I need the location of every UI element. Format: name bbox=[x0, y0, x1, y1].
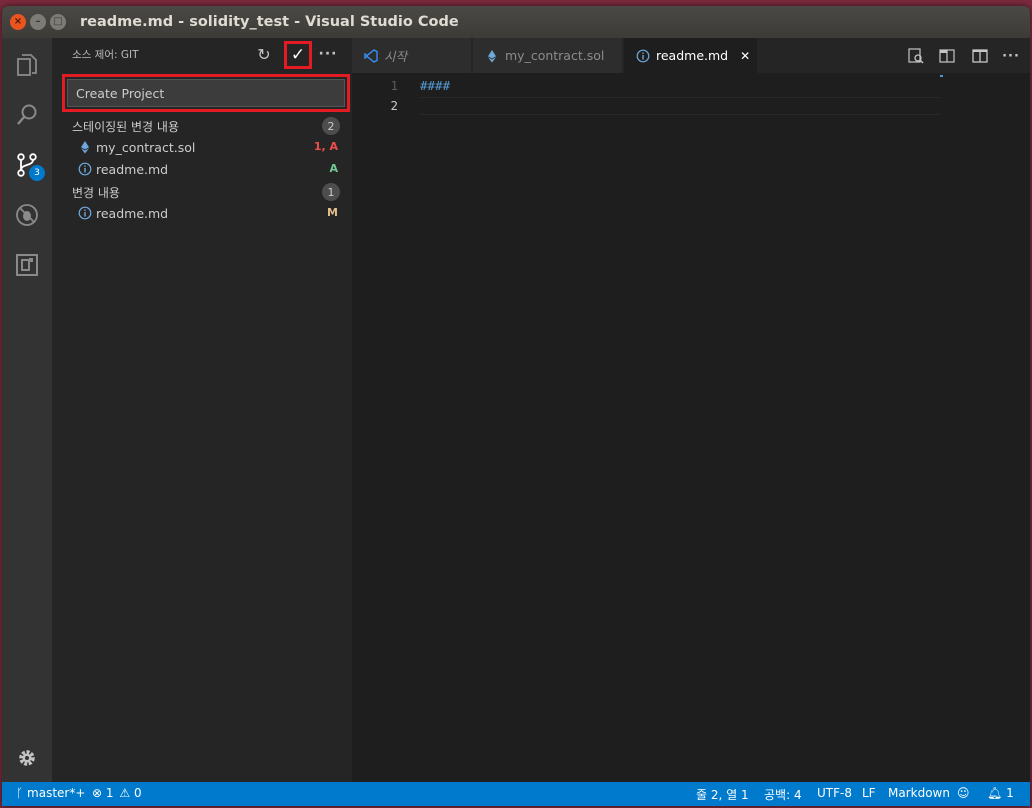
ellipsis-icon: ··· bbox=[1002, 48, 1020, 64]
smiley-icon: ☺ bbox=[957, 786, 970, 800]
staged-file-name: my_contract.sol bbox=[96, 140, 196, 155]
minimize-window-button[interactable]: – bbox=[30, 14, 46, 30]
split-editor-button[interactable] bbox=[971, 47, 989, 65]
staged-count-badge: 2 bbox=[322, 117, 340, 135]
code-line[interactable]: #### bbox=[420, 78, 450, 93]
refresh-button[interactable]: ↻ bbox=[253, 43, 275, 65]
sidebar-header: 소스 제어: GIT ↻ ✓ ··· bbox=[52, 38, 352, 69]
more-actions-button[interactable]: ··· bbox=[317, 43, 339, 65]
preview-side-icon bbox=[939, 49, 955, 63]
refresh-icon: ↻ bbox=[257, 44, 271, 64]
close-tab-button[interactable]: ✕ bbox=[740, 49, 750, 63]
changes-label: 변경 내용 bbox=[72, 186, 120, 200]
split-editor-icon bbox=[972, 49, 988, 63]
commit-button[interactable]: ✓ bbox=[284, 41, 312, 69]
editor-area: 시작 my_contract.sol readme.md ✕ ··· 1 ###… bbox=[352, 38, 1030, 782]
info-icon bbox=[78, 206, 92, 220]
staged-file-status: A bbox=[329, 162, 338, 175]
ethereum-icon bbox=[81, 141, 89, 154]
close-window-button[interactable]: × bbox=[10, 14, 26, 30]
staged-file-status: 1, A bbox=[313, 140, 338, 153]
explorer-activity[interactable] bbox=[2, 41, 52, 89]
gear-icon bbox=[19, 750, 35, 766]
open-preview-button[interactable] bbox=[907, 47, 925, 65]
debug-icon bbox=[16, 204, 38, 226]
bell-icon: 🔔︎ bbox=[987, 786, 1003, 800]
editor-tab-bar: 시작 my_contract.sol readme.md ✕ ··· bbox=[352, 38, 1030, 73]
changed-file-status: M bbox=[327, 206, 338, 219]
git-branch-icon: ᚴ bbox=[16, 786, 24, 800]
source-control-activity[interactable]: 3 bbox=[2, 141, 52, 189]
sidebar-title: 소스 제어: GIT bbox=[72, 49, 139, 61]
checkmark-icon: ✓ bbox=[290, 45, 306, 65]
staged-changes-header[interactable]: 스테이징된 변경 내용 2 bbox=[52, 115, 352, 137]
current-line-highlight bbox=[420, 97, 940, 115]
ethereum-icon bbox=[488, 49, 496, 62]
branch-indicator[interactable]: ᚴ master*+ bbox=[16, 786, 85, 800]
scm-count-badge: 3 bbox=[29, 165, 45, 181]
source-control-sidebar: 소스 제어: GIT ↻ ✓ ··· 스테이징된 변경 내용 2 my_cont bbox=[52, 38, 352, 782]
vscode-icon bbox=[364, 48, 378, 63]
minimap-indicator bbox=[940, 75, 943, 77]
staged-file-row[interactable]: my_contract.sol 1, A bbox=[52, 137, 352, 159]
activity-bar: 3 bbox=[2, 38, 52, 782]
title-bar: × – □ readme.md - solidity_test - Visual… bbox=[2, 6, 1030, 38]
extensions-activity[interactable] bbox=[2, 241, 52, 289]
vscode-window: × – □ readme.md - solidity_test - Visual… bbox=[2, 6, 1030, 806]
info-icon bbox=[636, 49, 650, 62]
debug-activity[interactable] bbox=[2, 191, 52, 239]
extensions-icon bbox=[16, 254, 38, 276]
feedback-button[interactable]: ☺ bbox=[957, 786, 970, 800]
indentation-indicator[interactable]: 공백: 4 bbox=[764, 786, 802, 803]
line-number: 1 bbox=[390, 78, 398, 93]
tab-welcome[interactable]: 시작 bbox=[352, 38, 472, 73]
window-title: readme.md - solidity_test - Visual Studi… bbox=[80, 14, 459, 30]
info-icon bbox=[78, 162, 92, 176]
open-preview-icon bbox=[908, 48, 924, 64]
commit-message-highlight bbox=[62, 74, 350, 112]
ellipsis-icon: ··· bbox=[318, 46, 338, 62]
notification-count: 1 bbox=[1006, 786, 1014, 800]
files-icon bbox=[17, 54, 37, 76]
tab-label: my_contract.sol bbox=[505, 48, 605, 63]
tab-label: 시작 bbox=[384, 49, 408, 64]
tab-label: readme.md bbox=[656, 48, 729, 63]
staged-file-name: readme.md bbox=[96, 162, 169, 177]
tab-readme[interactable]: readme.md ✕ bbox=[624, 38, 758, 73]
staged-file-row[interactable]: readme.md A bbox=[52, 159, 352, 181]
search-activity[interactable] bbox=[2, 91, 52, 139]
eol-indicator[interactable]: LF bbox=[862, 786, 876, 800]
staged-changes-label: 스테이징된 변경 내용 bbox=[72, 120, 179, 134]
tab-my-contract[interactable]: my_contract.sol bbox=[473, 38, 623, 73]
search-icon bbox=[17, 104, 37, 125]
changes-count-badge: 1 bbox=[322, 183, 340, 201]
warning-icon: ⚠ bbox=[119, 786, 131, 800]
status-bar: ᚴ master*+ ⊗ 1 ⚠ 0 줄 2, 열 1 공백: 4 UTF-8 … bbox=[2, 782, 1030, 806]
error-icon: ⊗ bbox=[92, 786, 103, 800]
changed-file-row[interactable]: readme.md M bbox=[52, 203, 352, 225]
notifications-button[interactable]: 🔔︎ 1 bbox=[987, 786, 1014, 800]
maximize-window-button[interactable]: □ bbox=[50, 14, 66, 30]
branch-name: master*+ bbox=[27, 786, 86, 800]
line-number: 2 bbox=[390, 98, 398, 113]
language-mode[interactable]: Markdown bbox=[888, 786, 950, 800]
preview-to-side-button[interactable] bbox=[938, 47, 956, 65]
changed-file-name: readme.md bbox=[96, 206, 169, 221]
encoding-indicator[interactable]: UTF-8 bbox=[817, 786, 852, 800]
editor-more-button[interactable]: ··· bbox=[1002, 47, 1020, 65]
window-controls: × – □ bbox=[10, 14, 66, 30]
commit-message-input[interactable] bbox=[67, 79, 345, 107]
changes-header[interactable]: 변경 내용 1 bbox=[52, 181, 352, 203]
settings-activity[interactable] bbox=[2, 734, 52, 782]
problems-indicator[interactable]: ⊗ 1 ⚠ 0 bbox=[92, 786, 142, 800]
warning-count: 0 bbox=[133, 786, 142, 800]
cursor-position[interactable]: 줄 2, 열 1 bbox=[696, 786, 749, 803]
error-count: 1 bbox=[105, 786, 114, 800]
